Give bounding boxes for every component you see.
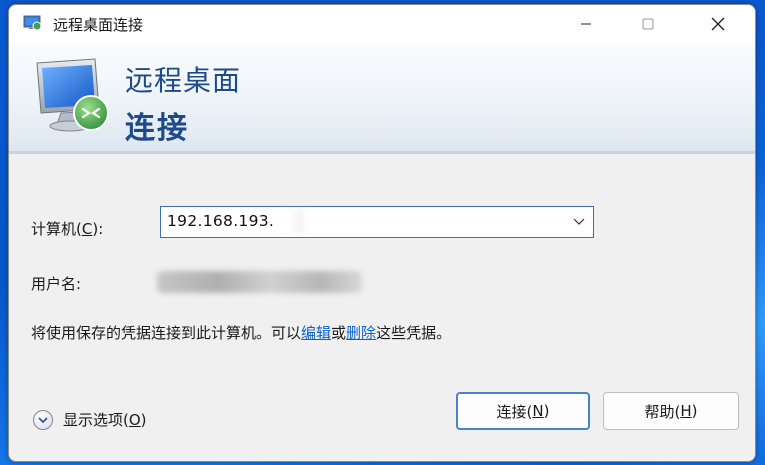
connect-button[interactable]: 连接(N) bbox=[456, 392, 590, 430]
maximize-icon bbox=[642, 18, 654, 30]
header-banner: 远程桌面 连接 bbox=[9, 43, 755, 154]
expand-circle-icon[interactable] bbox=[33, 409, 53, 430]
minimize-button[interactable] bbox=[563, 5, 609, 43]
redacted-username bbox=[157, 271, 362, 293]
computer-input-value[interactable]: 192.168.193. bbox=[167, 212, 274, 230]
banner-title-line2: 连接 bbox=[125, 111, 189, 146]
credentials-info: 将使用保存的凭据连接到此计算机。可以编辑或删除这些凭据。 bbox=[31, 324, 452, 342]
help-button[interactable]: 帮助(H) bbox=[603, 392, 739, 430]
banner-title-line1: 远程桌面 bbox=[125, 64, 242, 97]
username-label: 用户名: bbox=[31, 275, 82, 293]
dialog-content: 计算机(C): 192.168.193. 用户名: 将使用保存的凭据连接到此计算… bbox=[9, 154, 755, 461]
close-icon bbox=[711, 17, 725, 31]
computer-combobox[interactable]: 192.168.193. bbox=[160, 206, 594, 238]
show-options-toggle[interactable]: 显示选项(O) bbox=[33, 409, 147, 430]
remote-desktop-icon bbox=[23, 15, 42, 31]
delete-credentials-link[interactable]: 删除 bbox=[346, 324, 376, 342]
show-options-label[interactable]: 显示选项(O) bbox=[63, 409, 147, 430]
maximize-button[interactable] bbox=[625, 5, 671, 43]
remote-desktop-logo-icon bbox=[36, 58, 109, 132]
title-bar[interactable]: 远程桌面连接 bbox=[9, 5, 755, 43]
chevron-down-icon[interactable] bbox=[573, 217, 585, 227]
edit-credentials-link[interactable]: 编辑 bbox=[301, 324, 331, 342]
computer-label: 计算机(C): bbox=[31, 220, 104, 238]
remote-desktop-window: 远程桌面连接 远程桌面 连接 计算机(C): 192.168.193. 用户名:… bbox=[8, 4, 756, 462]
close-button[interactable] bbox=[695, 5, 741, 43]
redacted-ip-segment bbox=[277, 210, 309, 234]
minimize-icon bbox=[581, 23, 591, 25]
window-title: 远程桌面连接 bbox=[53, 16, 144, 34]
